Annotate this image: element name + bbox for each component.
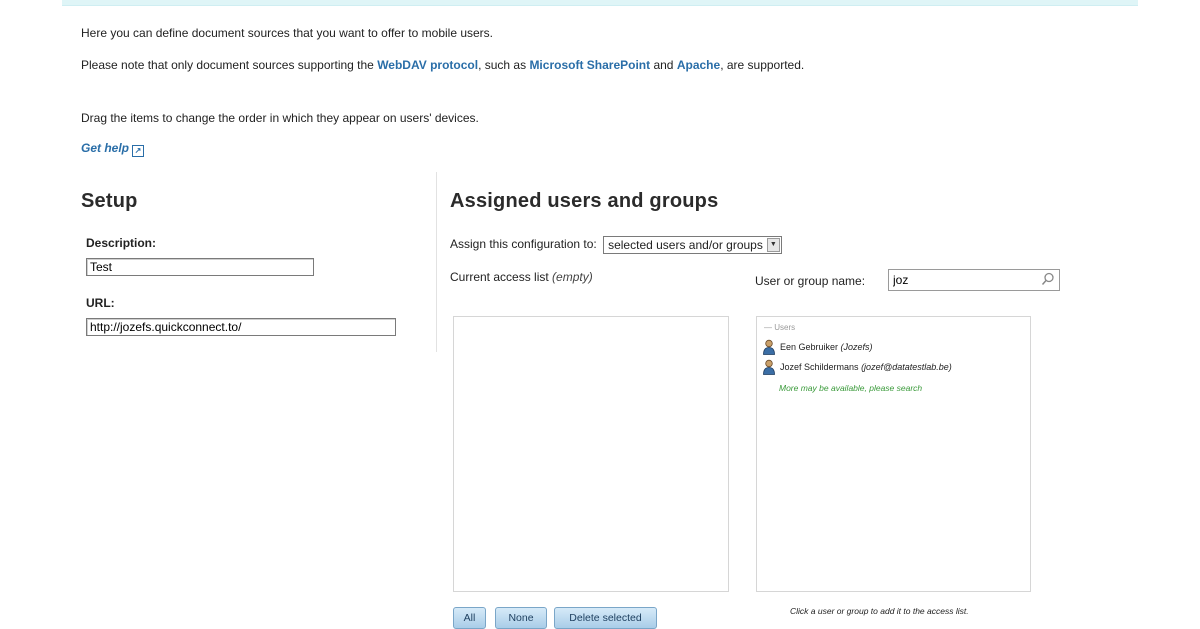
get-help-label: Get help bbox=[81, 141, 130, 155]
setup-section: Setup Description: URL: bbox=[81, 190, 411, 336]
description-field[interactable] bbox=[86, 258, 314, 276]
setup-title: Setup bbox=[81, 190, 138, 212]
result-user-name: Jozef Schildermans bbox=[780, 362, 859, 372]
intro-line-1: Here you can define document sources tha… bbox=[81, 26, 494, 40]
description-label: Description: bbox=[86, 236, 157, 250]
select-all-button[interactable]: All bbox=[453, 607, 486, 629]
intro-line-2: Please note that only document sources s… bbox=[81, 56, 871, 75]
access-list-title: Current access list bbox=[450, 270, 549, 284]
apache-link[interactable]: Apache bbox=[677, 58, 720, 72]
section-divider bbox=[436, 172, 437, 352]
assign-select[interactable]: selected users and/or groups ▼ bbox=[603, 236, 782, 254]
user-group-search-input[interactable] bbox=[889, 270, 1037, 290]
result-user-label: Een Gebruiker (Jozefs) bbox=[780, 342, 873, 352]
get-help-link[interactable]: Get help ↗ bbox=[81, 141, 145, 157]
result-user-detail: (jozef@datatestlab.be) bbox=[861, 362, 952, 372]
assigned-section: Assigned users and groups Assign this co… bbox=[450, 190, 1090, 291]
sharepoint-link[interactable]: Microsoft SharePoint bbox=[529, 58, 650, 72]
user-icon bbox=[763, 339, 775, 355]
intro-line-2-start: Please note that only document sources s… bbox=[81, 58, 378, 72]
search-results-panel: — Users Een Gebruiker (Jozefs) Jozef Sch… bbox=[756, 316, 1031, 592]
more-results-note: More may be available, please search bbox=[779, 383, 923, 393]
result-user-label: Jozef Schildermans (jozef@datatestlab.be… bbox=[780, 362, 952, 372]
url-label: URL: bbox=[86, 296, 115, 310]
intro-line-3: Drag the items to change the order in wh… bbox=[81, 111, 479, 125]
access-list-label: Current access list (empty) bbox=[450, 270, 593, 284]
assign-row: Assign this configuration to: selected u… bbox=[450, 236, 782, 254]
intro-line-2-and: and bbox=[650, 58, 677, 72]
external-link-icon: ↗ bbox=[132, 145, 145, 157]
result-user-een-gebruiker[interactable]: Een Gebruiker (Jozefs) bbox=[762, 339, 873, 357]
delete-selected-button[interactable]: Delete selected bbox=[554, 607, 657, 629]
add-to-list-hint: Click a user or group to add it to the a… bbox=[790, 606, 969, 616]
users-group-header: — Users bbox=[764, 323, 796, 332]
search-label: User or group name: bbox=[755, 274, 866, 288]
result-user-jozef-schildermans[interactable]: Jozef Schildermans (jozef@datatestlab.be… bbox=[762, 359, 952, 377]
assign-label: Assign this configuration to: bbox=[450, 237, 597, 252]
select-none-button[interactable]: None bbox=[495, 607, 547, 629]
top-banner-strip bbox=[62, 0, 1138, 6]
dropdown-arrow-icon: ▼ bbox=[766, 238, 780, 252]
assign-select-value: selected users and/or groups bbox=[608, 238, 763, 252]
result-user-name: Een Gebruiker bbox=[780, 342, 839, 352]
search-box bbox=[888, 269, 1060, 291]
access-list-state: (empty) bbox=[552, 270, 593, 284]
url-field[interactable] bbox=[86, 318, 396, 336]
webdav-link[interactable]: WebDAV protocol bbox=[377, 58, 478, 72]
intro-line-2-end: , are supported. bbox=[720, 58, 805, 72]
access-list-panel[interactable] bbox=[453, 316, 729, 592]
user-icon bbox=[763, 359, 775, 375]
search-icon[interactable] bbox=[1041, 272, 1055, 286]
result-user-detail: (Jozefs) bbox=[840, 342, 873, 352]
intro-line-2-mid: , such as bbox=[478, 58, 530, 72]
assigned-title: Assigned users and groups bbox=[450, 190, 719, 212]
